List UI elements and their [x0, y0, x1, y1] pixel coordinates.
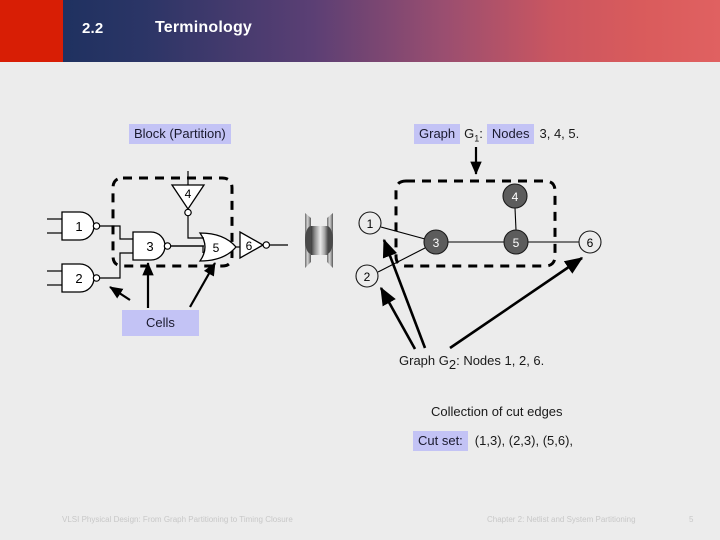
graph-node-1: 1 — [358, 211, 382, 235]
edge-1-3 — [380, 226, 426, 240]
gate-5-label: 5 — [213, 241, 220, 255]
gate-2-label: 2 — [75, 271, 82, 286]
gate-3: 3 — [132, 231, 172, 261]
graph-g1-word: Graph — [414, 124, 461, 144]
block-partition-label: Block (Partition) — [129, 124, 231, 144]
cut-set-label: Cut set: (1,3), (2,3), (5,6), — [413, 431, 573, 451]
graph-node-3-label: 3 — [433, 236, 440, 250]
cut-set-text: Cut set: — [413, 431, 468, 451]
arrow-g2-to-node1 — [382, 238, 427, 349]
graph-node-5-label: 5 — [513, 236, 520, 250]
graph-g1-colon: : — [479, 126, 483, 141]
block-partition-text: Block (Partition) — [129, 124, 231, 144]
circuit-netlist: 1 2 3 4 5 6 — [47, 171, 288, 293]
slide-header: 2.2 Terminology — [0, 0, 720, 62]
gate-2: 2 — [47, 263, 101, 293]
graph-g2-prefix: Graph G — [399, 353, 449, 368]
transform-glyph — [305, 213, 333, 268]
circuit-partition-boundary — [111, 176, 234, 268]
graph-node-3: 3 — [423, 229, 449, 255]
footer-chapter-title: Chapter 2: Netlist and System Partitioni… — [487, 515, 636, 524]
footer-page-number: 5 — [689, 515, 694, 524]
graph-node-1-label: 1 — [367, 217, 374, 231]
cut-edges-text: Collection of cut edges — [431, 404, 563, 419]
gate-4-label: 4 — [185, 187, 192, 201]
footer-book-title: VLSI Physical Design: From Graph Partiti… — [62, 515, 293, 524]
gate-6-label: 6 — [246, 239, 253, 253]
graph-g1-symbol: G1: — [460, 126, 487, 147]
netlist-graph: 1 2 3 4 5 6 — [355, 179, 602, 288]
graph-node-2-label: 2 — [364, 270, 371, 284]
edge-2-3 — [377, 247, 426, 273]
gate-4: 4 — [170, 171, 206, 217]
section-number: 2.2 — [82, 20, 104, 37]
gate-1-label: 1 — [75, 219, 82, 234]
edge-4-5 — [514, 207, 517, 231]
graph-node-2: 2 — [355, 264, 379, 288]
graph-g1-nodes-word: Nodes — [486, 124, 535, 144]
graph-node-6-label: 6 — [587, 236, 594, 250]
graph-nodes: 1 2 3 4 5 6 — [355, 183, 602, 288]
gate-6: 6 — [239, 230, 271, 260]
gate-3-label: 3 — [146, 239, 153, 254]
cut-edges-label: Collection of cut edges — [431, 403, 563, 421]
cells-text: Cells — [122, 310, 199, 336]
graph-g1-label: Graph G1: Nodes 3, 4, 5. — [414, 124, 579, 147]
graph-node-5: 5 — [503, 229, 529, 255]
graph-g2-rest: : Nodes 1, 2, 6. — [456, 353, 545, 368]
gate-1: 1 — [47, 211, 101, 241]
cells-label: Cells — [122, 310, 199, 336]
graph-g2-subscript: 2 — [448, 357, 457, 373]
arrow-cells-to-gate2 — [109, 286, 131, 301]
cut-set-value: (1,3), (2,3), (5,6), — [474, 433, 574, 448]
graph-g1-letter: G — [464, 126, 475, 141]
graph-g1-nodes-list: 3, 4, 5. — [539, 126, 580, 141]
graph-g2-label: Graph G2: Nodes 1, 2, 6. — [399, 352, 544, 372]
graph-partition-boundary — [394, 179, 557, 268]
slide-diagram: 1 2 3 4 5 6 1 2 3 4 5 6 — [47, 147, 602, 350]
gate-5: 5 — [198, 232, 237, 262]
arrow-g2-to-node6 — [449, 256, 584, 350]
header-accent-block — [0, 0, 63, 62]
graph-node-4-label: 4 — [512, 190, 519, 204]
circuit-wires — [100, 216, 288, 279]
page-title: Terminology — [155, 19, 253, 36]
arrow-cells-to-gate5 — [189, 262, 216, 308]
graph-node-4: 4 — [502, 183, 528, 209]
graph-node-6: 6 — [578, 230, 602, 254]
arrow-g2-to-node2 — [379, 286, 417, 350]
graph-edges — [377, 207, 579, 273]
